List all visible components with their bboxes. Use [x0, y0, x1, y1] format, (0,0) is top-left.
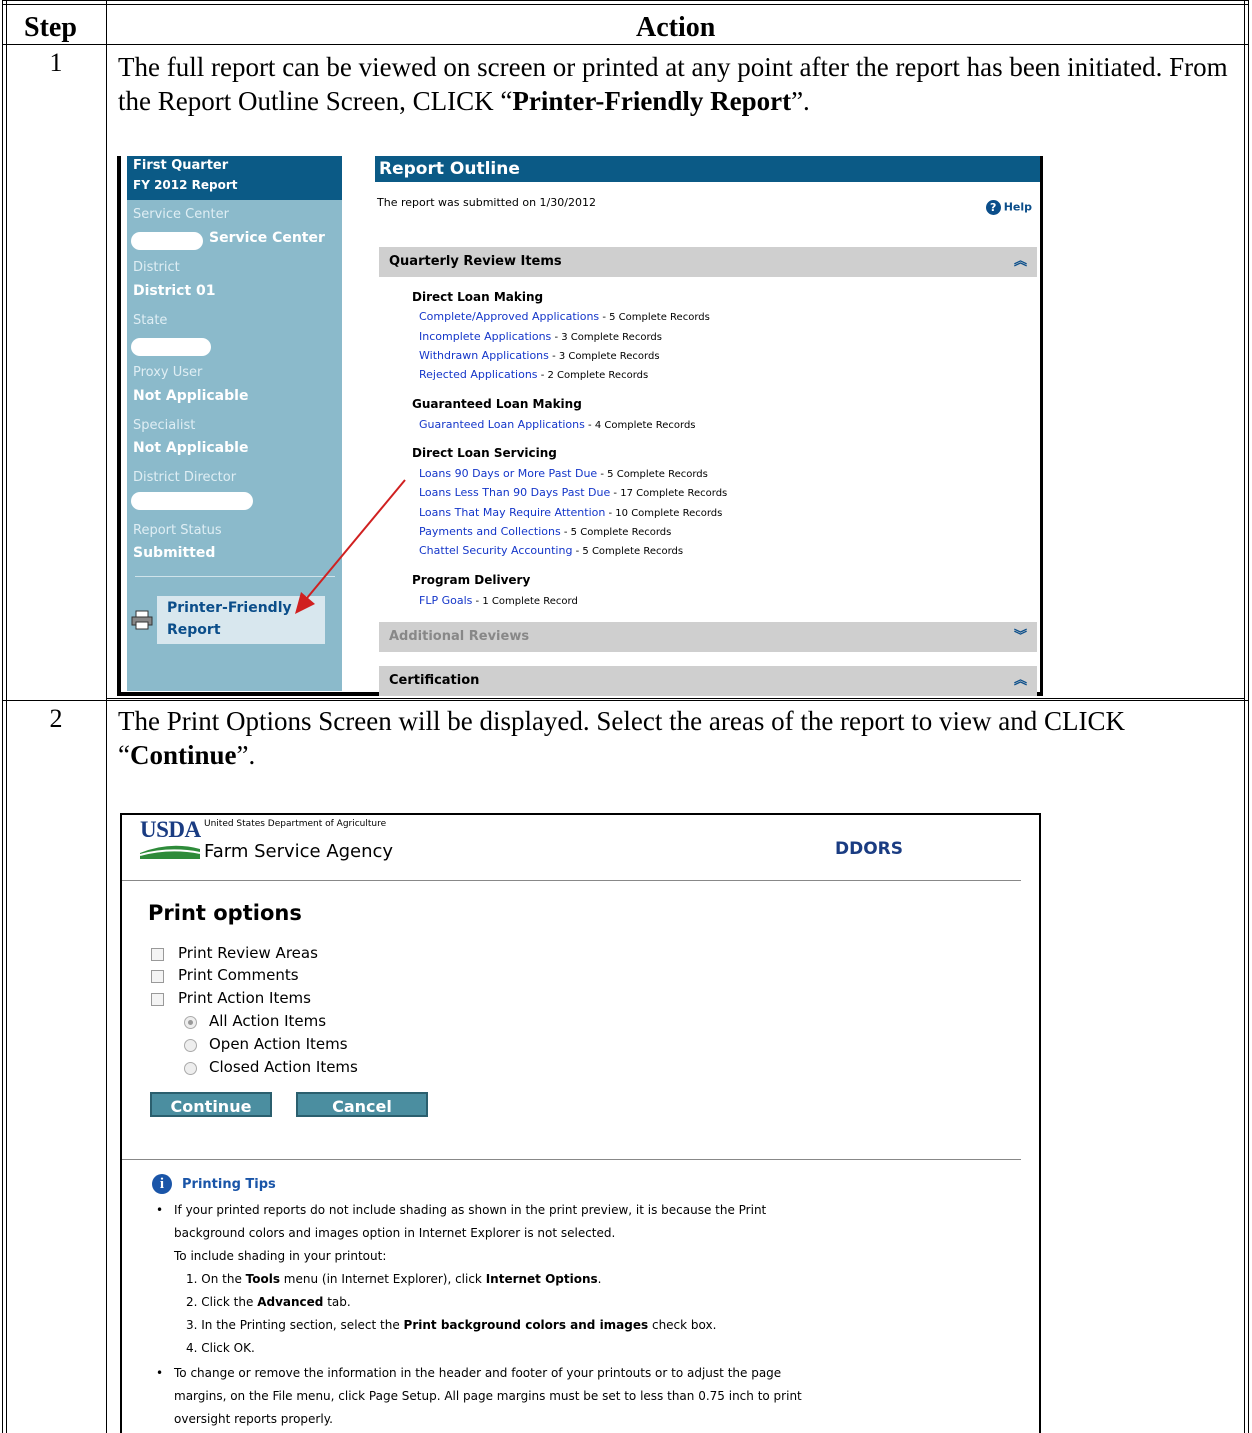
review-item-link[interactable]: Loans 90 Days or More Past Due - 5 Compl…	[419, 467, 708, 480]
tip-text: oversight reports properly.	[174, 1412, 333, 1426]
report-outline-panel: Report Outline The report was submitted …	[375, 156, 1040, 696]
specialist-value: Not Applicable	[133, 440, 249, 456]
tip-step: 3. In the Printing section, select the P…	[186, 1318, 717, 1332]
collapse-icon[interactable]: ︽	[1014, 247, 1027, 277]
step-number: 1	[49, 48, 63, 77]
tip-step: 4. Click OK.	[186, 1341, 255, 1355]
quarterly-review-items-section[interactable]: Quarterly Review Items ︽	[379, 247, 1037, 277]
report-status-value: Submitted	[133, 545, 216, 561]
action-column-header: Action	[636, 12, 716, 43]
step-instruction: The Print Options Screen will be display…	[118, 706, 1125, 770]
review-item-link[interactable]: Withdrawn Applications - 3 Complete Reco…	[419, 349, 660, 362]
tip-step: 2. Click the Advanced tab.	[186, 1295, 351, 1309]
specialist-label: Specialist	[133, 418, 196, 433]
info-icon: i	[152, 1174, 172, 1194]
sidebar-title: First Quarter	[133, 158, 229, 173]
redaction	[131, 232, 203, 250]
review-item-link[interactable]: Chattel Security Accounting - 5 Complete…	[419, 544, 683, 557]
review-item-link[interactable]: Payments and Collections - 5 Complete Re…	[419, 525, 671, 538]
review-item-link[interactable]: Loans Less Than 90 Days Past Due - 17 Co…	[419, 486, 727, 499]
redaction	[131, 492, 253, 510]
report-outline-screenshot: First Quarter FY 2012 Report Service Cen…	[117, 156, 1043, 696]
printer-icon	[131, 610, 153, 630]
tip-text: margins, on the File menu, click Page Se…	[174, 1389, 802, 1403]
tip-text: To include shading in your printout:	[174, 1249, 387, 1263]
report-status-label: Report Status	[133, 523, 222, 538]
printer-friendly-report-link[interactable]: Printer-Friendly Report	[157, 596, 325, 644]
group-heading: Direct Loan Servicing	[412, 446, 557, 460]
additional-reviews-section[interactable]: Additional Reviews ︾	[379, 622, 1037, 652]
tip-step: 1. On the Tools menu (in Internet Explor…	[186, 1272, 602, 1286]
help-link[interactable]: ? Help	[985, 200, 1032, 215]
state-label: State	[133, 313, 168, 328]
group-heading: Program Delivery	[412, 573, 531, 587]
group-heading: Guaranteed Loan Making	[412, 397, 582, 411]
redaction	[131, 338, 211, 356]
tip-text: To change or remove the information in t…	[174, 1366, 782, 1380]
step-column-header: Step	[24, 12, 77, 43]
printing-tips-title: Printing Tips	[182, 1177, 276, 1192]
report-outline-title: Report Outline	[375, 156, 1040, 182]
review-item-link[interactable]: Guaranteed Loan Applications - 4 Complet…	[419, 418, 696, 431]
service-center-label: Service Center	[133, 207, 229, 222]
proxy-user-value: Not Applicable	[133, 388, 249, 404]
district-value: District 01	[133, 283, 216, 299]
certification-section[interactable]: Certification ︽	[379, 666, 1037, 696]
printing-tips: i Printing Tips • If your printed report…	[120, 813, 1041, 1433]
district-label: District	[133, 260, 180, 275]
review-item-link[interactable]: Loans That May Require Attention - 10 Co…	[419, 506, 722, 519]
review-item-link[interactable]: Rejected Applications - 2 Complete Recor…	[419, 368, 648, 381]
sidebar-subtitle: FY 2012 Report	[133, 178, 238, 192]
district-director-label: District Director	[133, 470, 237, 485]
group-heading: Direct Loan Making	[412, 290, 544, 304]
review-item-link[interactable]: FLP Goals - 1 Complete Record	[419, 594, 578, 607]
review-item-link[interactable]: Complete/Approved Applications - 5 Compl…	[419, 310, 710, 323]
step-instruction: The full report can be viewed on screen …	[118, 52, 1228, 116]
review-item-link[interactable]: Incomplete Applications - 3 Complete Rec…	[419, 330, 662, 343]
submitted-text: The report was submitted on 1/30/2012	[377, 196, 596, 209]
service-center-value: Service Center	[209, 230, 325, 246]
tip-text: background colors and images option in I…	[174, 1226, 616, 1240]
proxy-user-label: Proxy User	[133, 365, 203, 380]
expand-icon[interactable]: ︾	[1014, 622, 1027, 652]
help-icon: ?	[985, 200, 1001, 215]
collapse-icon[interactable]: ︽	[1014, 666, 1027, 696]
step-number: 2	[49, 704, 63, 733]
tip-text: If your printed reports do not include s…	[174, 1203, 767, 1217]
